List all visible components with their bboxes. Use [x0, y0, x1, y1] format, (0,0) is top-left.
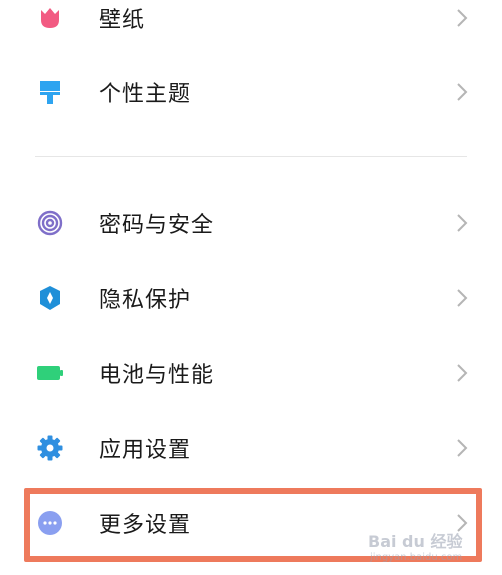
chevron-right-icon [457, 214, 468, 232]
settings-item-label: 应用设置 [99, 438, 192, 463]
settings-item-themes[interactable]: 个性主题 [0, 60, 502, 124]
gear-icon [37, 435, 63, 461]
battery-icon [37, 366, 63, 380]
settings-item-more-settings[interactable]: 更多设置 [0, 491, 502, 555]
settings-item-privacy[interactable]: 隐私保护 [0, 266, 502, 330]
paint-brush-icon [40, 81, 60, 104]
chevron-right-icon [457, 289, 468, 307]
settings-item-label: 电池与性能 [99, 363, 215, 388]
chevron-right-icon [457, 9, 468, 27]
settings-item-battery-performance[interactable]: 电池与性能 [0, 341, 502, 405]
chevron-right-icon [457, 514, 468, 532]
settings-item-app-settings[interactable]: 应用设置 [0, 416, 502, 480]
settings-item-label: 密码与安全 [99, 213, 215, 238]
chevron-right-icon [457, 439, 468, 457]
settings-item-label: 个性主题 [99, 82, 192, 107]
settings-item-label: 隐私保护 [99, 288, 192, 313]
section-divider [35, 156, 467, 157]
more-dots-icon [38, 511, 62, 535]
chevron-right-icon [457, 364, 468, 382]
settings-item-password-security[interactable]: 密码与安全 [0, 191, 502, 255]
settings-item-label: 壁纸 [99, 8, 146, 33]
tulip-icon [41, 8, 59, 28]
settings-item-label: 更多设置 [99, 513, 192, 538]
fingerprint-icon [37, 210, 63, 236]
chevron-right-icon [457, 83, 468, 101]
privacy-shield-icon [40, 286, 60, 310]
settings-item-wallpaper[interactable]: 壁纸 [0, 0, 502, 50]
